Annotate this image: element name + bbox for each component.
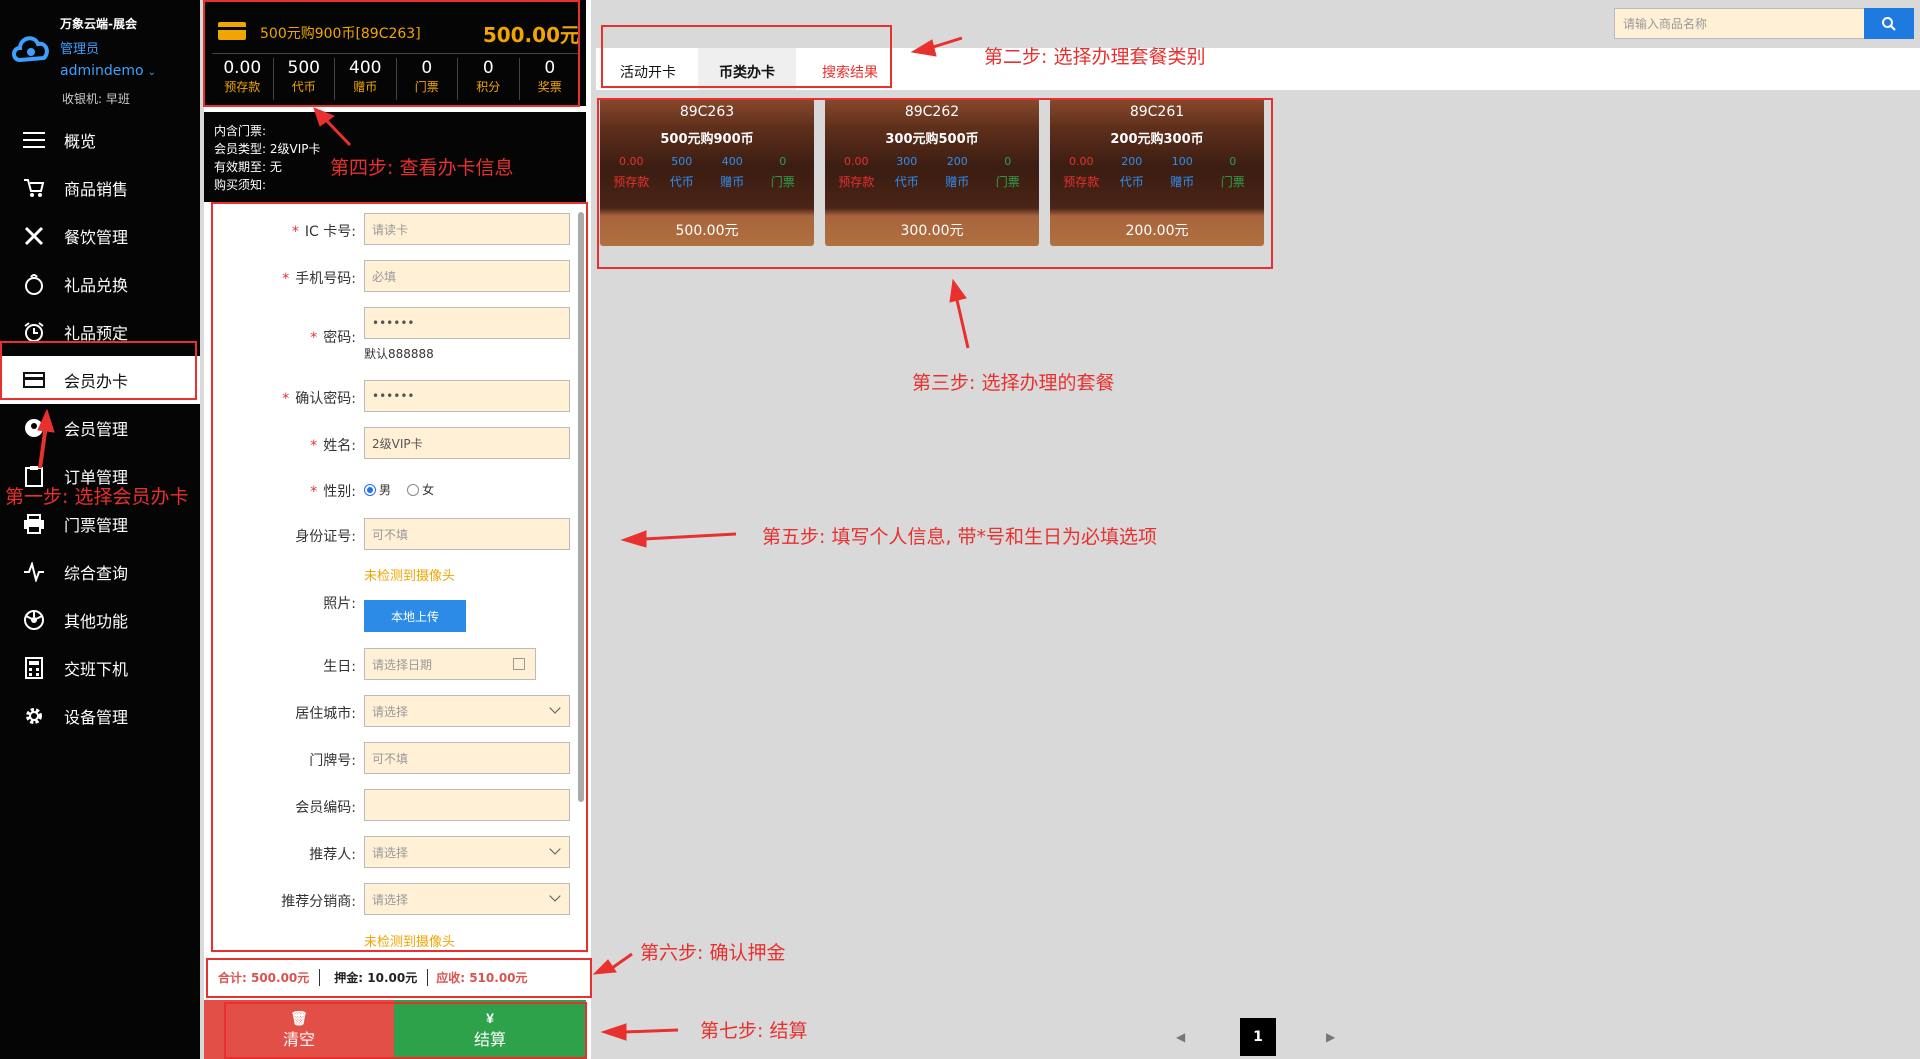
user-menu[interactable]: admindemo ⌄	[60, 63, 156, 79]
highlight-box-step7	[224, 1002, 587, 1059]
main-menu: 概览 商品销售 餐饮管理 礼品兑换 礼品预定 会员办卡 会员管理 订单管理 门票…	[0, 116, 200, 740]
search-icon	[1882, 16, 1896, 31]
member-icon	[22, 416, 46, 440]
sidebar-item-label: 餐饮管理	[64, 228, 129, 247]
annotation-step2: 第二步: 选择办理套餐类别	[984, 46, 1206, 68]
fork-knife-icon	[22, 224, 46, 248]
user-role: 管理员	[60, 42, 100, 57]
sidebar-item-query[interactable]: 综合查询	[0, 548, 200, 596]
annotation-step6: 第六步: 确认押金	[640, 942, 786, 964]
company-name: 万象云端-展会	[60, 17, 137, 31]
annotation-step1: 第一步: 选择会员办卡	[5, 486, 189, 508]
annotation-step7: 第七步: 结算	[700, 1020, 808, 1042]
cloud-logo-icon	[12, 36, 49, 63]
sidebar-item-sales[interactable]: 商品销售	[0, 164, 200, 212]
annotation-step4: 第四步: 查看办卡信息	[330, 157, 514, 179]
sidebar-item-label: 会员管理	[64, 420, 129, 439]
highlight-box-step6	[206, 958, 592, 998]
chevron-down-icon: ⌄	[147, 67, 156, 78]
sidebar-item-overview[interactable]: 概览	[0, 116, 200, 164]
prev-page-button[interactable]: ◀	[1176, 1030, 1196, 1044]
sidebar-item-label: 其他功能	[64, 612, 129, 631]
sidebar: 万象云端-展会 管理员 admindemo ⌄ 收银机: 早班 概览 商品销售 餐…	[0, 0, 200, 1059]
sidebar-item-label: 交班下机	[64, 660, 129, 679]
gift-bag-icon	[22, 272, 46, 296]
sidebar-item-label: 综合查询	[64, 564, 129, 583]
user-name: admindemo	[60, 63, 144, 79]
pulse-icon	[22, 560, 46, 584]
sidebar-item-other[interactable]: 其他功能	[0, 596, 200, 644]
highlight-box-step2	[601, 25, 892, 88]
highlight-box-step3	[597, 98, 1273, 269]
current-page[interactable]: 1	[1240, 1018, 1276, 1056]
aperture-icon	[22, 608, 46, 632]
sidebar-item-label: 概览	[64, 132, 97, 151]
next-page-button[interactable]: ▶	[1326, 1030, 1335, 1044]
sidebar-item-shift-logout[interactable]: 交班下机	[0, 644, 200, 692]
gear-icon	[22, 704, 46, 728]
search-button[interactable]	[1864, 8, 1914, 39]
brand-block: 万象云端-展会 管理员 admindemo ⌄ 收银机: 早班	[0, 0, 200, 112]
sidebar-item-gift-exchange[interactable]: 礼品兑换	[0, 260, 200, 308]
highlight-box-step1	[0, 341, 197, 400]
card-info-tickets: 内含门票:	[214, 124, 267, 138]
sidebar-item-devices[interactable]: 设备管理	[0, 692, 200, 740]
sidebar-item-label: 设备管理	[64, 708, 129, 727]
menu-lines-icon	[22, 128, 46, 152]
sidebar-item-label: 门票管理	[64, 516, 129, 535]
annotation-step5: 第五步: 填写个人信息, 带*号和生日为必填选项	[762, 526, 1158, 548]
cashier-shift: 收银机: 早班	[62, 92, 130, 106]
highlight-box-step4	[203, 0, 580, 107]
calculator-icon	[22, 656, 46, 680]
search-input[interactable]: 请输入商品名称	[1614, 8, 1868, 39]
cart-icon	[22, 176, 46, 200]
sidebar-item-label: 礼品兑换	[64, 276, 129, 295]
sidebar-item-member-manage[interactable]: 会员管理	[0, 404, 200, 452]
annotation-step3: 第三步: 选择办理的套餐	[912, 372, 1115, 394]
highlight-box-step5	[211, 202, 588, 952]
printer-icon	[22, 512, 46, 536]
sidebar-item-catering[interactable]: 餐饮管理	[0, 212, 200, 260]
sidebar-item-label: 商品销售	[64, 180, 129, 199]
